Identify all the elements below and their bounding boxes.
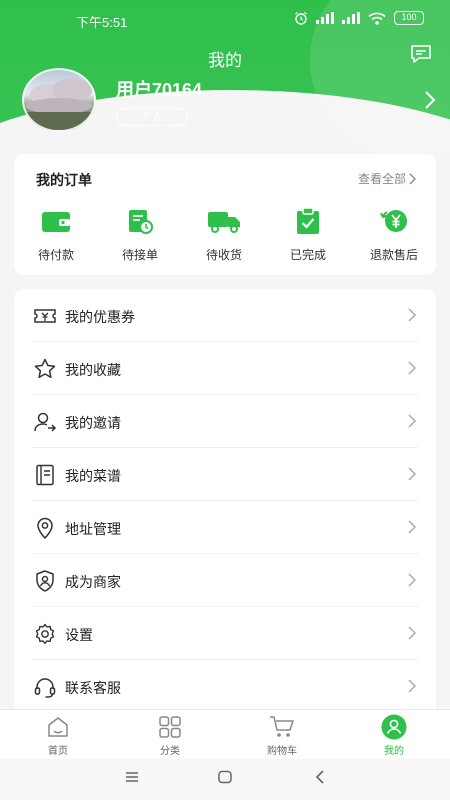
clipboard-check-icon bbox=[297, 207, 319, 234]
orders-title: 我的订单 bbox=[36, 173, 92, 189]
menu-item-become-merchant[interactable]: 成为商家 bbox=[14, 554, 436, 607]
headset-icon bbox=[34, 678, 56, 698]
menu-item-label: 我的优惠券 bbox=[65, 310, 135, 326]
avatar[interactable] bbox=[22, 68, 96, 132]
menu-icon[interactable] bbox=[124, 769, 140, 785]
menu-item-label: 联系客服 bbox=[65, 681, 121, 697]
chevron-right-icon bbox=[408, 626, 416, 640]
order-awaiting-delivery[interactable]: 待收货 bbox=[184, 206, 264, 263]
username: 用户70164 bbox=[116, 80, 203, 100]
menu-item-addresses[interactable]: 地址管理 bbox=[14, 501, 436, 554]
user-icon bbox=[381, 714, 407, 740]
orders-card: 我的订单 查看全部 待付款 待接单 待收货 已完成 退款售后 bbox=[14, 154, 436, 275]
message-icon[interactable] bbox=[410, 44, 432, 64]
wallet-icon bbox=[42, 212, 70, 232]
wifi-icon bbox=[368, 12, 386, 25]
chevron-right-icon bbox=[408, 361, 416, 375]
menu-card: 我的优惠券 我的收藏 我的邀请 我的菜谱 地址管理 成为商家 设置 联系客服 bbox=[14, 289, 436, 719]
clipboard-clock-icon bbox=[129, 210, 153, 234]
tab-cart[interactable]: 购物车 bbox=[226, 714, 338, 758]
menu-item-invitations[interactable]: 我的邀请 bbox=[14, 395, 436, 448]
order-refund-aftersale[interactable]: 退款售后 bbox=[354, 206, 434, 263]
signal-icon bbox=[342, 12, 360, 24]
menu-item-label: 成为商家 bbox=[65, 575, 121, 591]
yen-refund-icon bbox=[380, 210, 407, 232]
location-pin-icon bbox=[37, 517, 53, 540]
system-nav-bar bbox=[0, 759, 450, 800]
home-icon bbox=[48, 717, 68, 737]
chevron-right-icon bbox=[408, 467, 416, 481]
chevron-right-icon bbox=[408, 414, 416, 428]
status-icons: 100 bbox=[294, 11, 424, 25]
account-type-badge: 个人 bbox=[116, 108, 188, 126]
tab-label: 购物车 bbox=[267, 746, 297, 757]
order-pending-payment[interactable]: 待付款 bbox=[16, 206, 96, 263]
chevron-right-icon bbox=[409, 173, 416, 184]
tab-label: 我的 bbox=[384, 746, 404, 757]
status-bar: 下午5:51 100 bbox=[0, 0, 450, 40]
order-label: 待付款 bbox=[37, 248, 74, 262]
view-all-label: 查看全部 bbox=[357, 172, 406, 186]
chevron-right-icon bbox=[408, 520, 416, 534]
star-icon bbox=[34, 358, 56, 379]
menu-item-label: 我的邀请 bbox=[65, 416, 121, 432]
chevron-right-icon[interactable] bbox=[424, 90, 436, 110]
battery-icon: 100 bbox=[394, 11, 424, 25]
menu-item-customer-service[interactable]: 联系客服 bbox=[14, 660, 436, 713]
menu-item-favorites[interactable]: 我的收藏 bbox=[14, 342, 436, 395]
alarm-icon bbox=[295, 11, 307, 25]
tab-home[interactable]: 首页 bbox=[2, 714, 114, 758]
chevron-right-icon bbox=[408, 573, 416, 587]
menu-item-recipes[interactable]: 我的菜谱 bbox=[14, 448, 436, 501]
category-grid-icon bbox=[159, 716, 181, 738]
back-icon[interactable] bbox=[312, 769, 328, 785]
truck-icon bbox=[208, 212, 240, 233]
recipe-book-icon bbox=[36, 464, 54, 486]
order-awaiting-acceptance[interactable]: 待接单 bbox=[100, 206, 180, 263]
coupon-icon bbox=[34, 309, 56, 323]
menu-item-label: 我的菜谱 bbox=[65, 469, 121, 485]
order-label: 退款售后 bbox=[369, 248, 418, 262]
profile-section[interactable]: 用户70164 个人 bbox=[22, 68, 442, 134]
menu-item-label: 地址管理 bbox=[65, 522, 121, 538]
chevron-right-icon bbox=[408, 308, 416, 322]
menu-item-label: 设置 bbox=[65, 628, 93, 644]
bottom-tab-bar: 首页 分类 购物车 我的 bbox=[0, 709, 450, 759]
menu-item-label: 我的收藏 bbox=[65, 363, 121, 379]
status-time: 下午5:51 bbox=[76, 15, 128, 30]
order-label: 待收货 bbox=[205, 248, 242, 262]
tab-label: 分类 bbox=[160, 746, 180, 757]
order-completed[interactable]: 已完成 bbox=[268, 206, 348, 263]
order-label: 已完成 bbox=[289, 248, 326, 262]
order-label: 待接单 bbox=[121, 248, 158, 262]
tab-my[interactable]: 我的 bbox=[338, 714, 450, 758]
tab-categories[interactable]: 分类 bbox=[114, 714, 226, 758]
chevron-right-icon bbox=[408, 679, 416, 693]
cart-icon bbox=[270, 716, 294, 737]
gear-icon bbox=[35, 623, 55, 644]
home-square-icon[interactable] bbox=[217, 769, 233, 785]
tab-label: 首页 bbox=[48, 746, 68, 757]
merchant-shield-icon bbox=[36, 570, 54, 592]
signal-icon bbox=[316, 12, 334, 24]
menu-item-coupons[interactable]: 我的优惠券 bbox=[14, 289, 436, 342]
invite-user-icon bbox=[34, 412, 57, 432]
menu-item-settings[interactable]: 设置 bbox=[14, 607, 436, 660]
view-all-orders-link[interactable]: 查看全部 bbox=[358, 170, 416, 187]
